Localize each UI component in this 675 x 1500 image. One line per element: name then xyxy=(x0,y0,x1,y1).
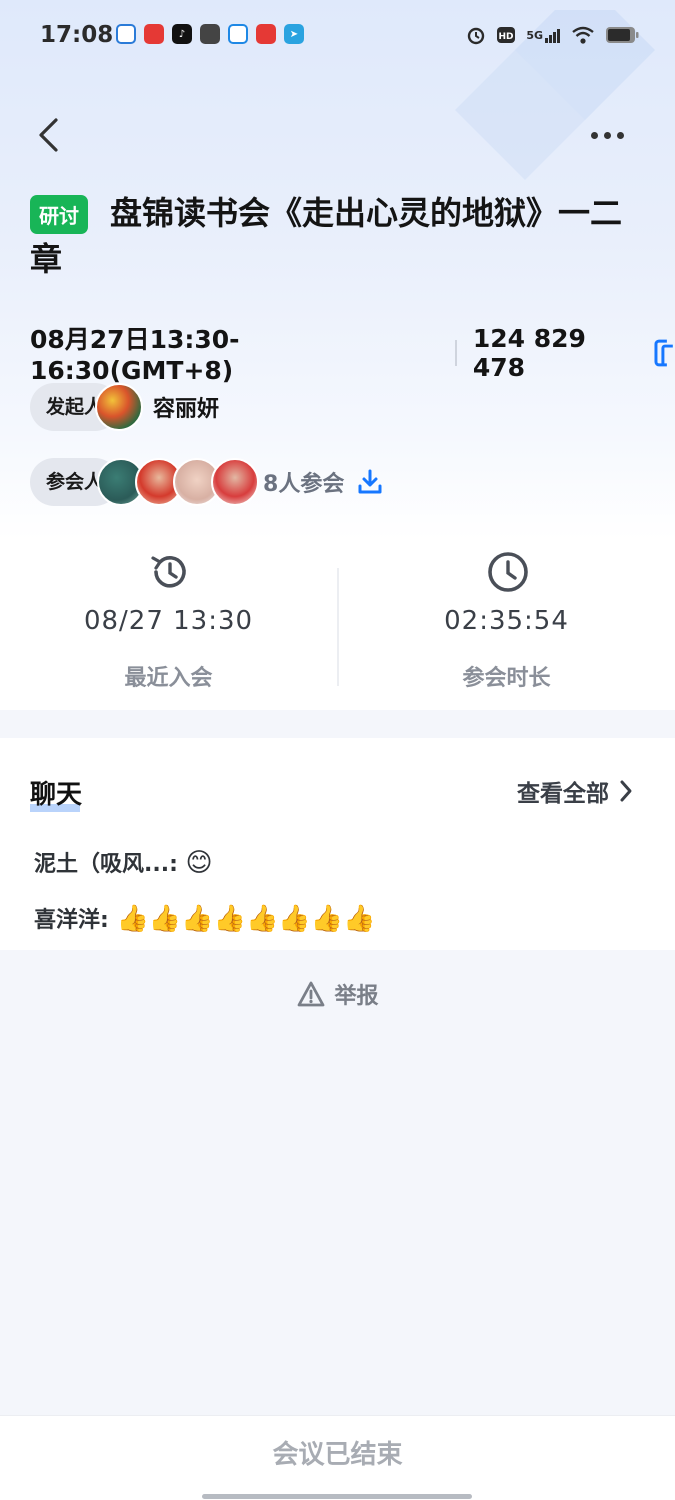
attendees-row[interactable]: 参会人 8人参会 xyxy=(30,458,384,506)
chat-message: 喜洋洋: 👍👍👍👍👍👍👍👍 xyxy=(34,902,375,934)
battery-icon xyxy=(605,24,639,46)
chat-content: 👍👍👍👍👍👍👍👍 xyxy=(116,904,376,934)
meeting-type-tag: 研讨 xyxy=(30,195,88,234)
host-name: 容丽妍 xyxy=(153,397,220,422)
stats-panel: 08/27 13:30 最近入会 02:35:54 参会时长 xyxy=(0,540,675,710)
chat-sender: 泥土（吸风...: xyxy=(34,852,178,877)
clock-icon xyxy=(488,552,528,592)
app-notification-icon xyxy=(144,24,164,44)
info-divider xyxy=(454,339,457,366)
meeting-ended-button[interactable]: 会议已结束 xyxy=(0,1434,675,1471)
alarm-icon xyxy=(466,24,486,46)
back-button[interactable] xyxy=(28,112,68,158)
duration-value: 02:35:54 xyxy=(444,606,569,636)
recent-join-value: 08/27 13:30 xyxy=(83,606,254,636)
host-avatar xyxy=(95,383,144,431)
signal-icon: 5G xyxy=(526,24,561,46)
chat-message: 泥土（吸风...: 😊 xyxy=(34,846,213,878)
meeting-id[interactable]: 124 829 478 xyxy=(473,324,645,382)
status-bar: 17:08 ♪ ➤ HD 5G xyxy=(0,0,675,72)
chat-title: 聊天 xyxy=(30,780,83,810)
system-icons: HD 5G xyxy=(466,24,639,46)
wifi-icon xyxy=(571,24,595,46)
app-notification-icon xyxy=(200,24,220,44)
report-label: 举报 xyxy=(334,984,379,1009)
app-notification-icon xyxy=(256,24,276,44)
notification-icons: ♪ ➤ xyxy=(116,24,304,44)
chevron-left-icon xyxy=(39,118,58,152)
meeting-time-range: 08月27日13:30-16:30(GMT+8) xyxy=(30,325,240,385)
report-button[interactable]: 举报 xyxy=(0,978,675,1010)
duration-label: 参会时长 xyxy=(462,666,551,691)
history-icon xyxy=(151,556,186,588)
tiktok-icon: ♪ xyxy=(172,24,192,44)
more-button[interactable] xyxy=(579,120,635,150)
chat-content: 😊 xyxy=(185,848,213,878)
copy-icon[interactable] xyxy=(653,338,675,368)
meeting-title: 盘锦读书会《走出心灵的地狱》一二章 xyxy=(30,194,623,278)
recent-join-label: 最近入会 xyxy=(124,666,213,691)
attendee-avatar xyxy=(211,458,260,506)
app-notification-icon: ➤ xyxy=(284,24,304,44)
svg-text:HD: HD xyxy=(499,32,514,42)
chat-sender: 喜洋洋: xyxy=(34,908,109,933)
meeting-title-block: 研讨 盘锦读书会《走出心灵的地狱》一二章 xyxy=(30,190,650,282)
stat-recent-join: 08/27 13:30 最近入会 xyxy=(0,540,337,710)
hd-icon: HD xyxy=(496,24,516,46)
app-notification-icon xyxy=(228,24,248,44)
more-dots-icon xyxy=(590,131,598,139)
status-time: 17:08 xyxy=(40,22,114,48)
download-icon[interactable] xyxy=(356,468,384,496)
view-all-label: 查看全部 xyxy=(517,781,609,807)
attendee-count: 8人参会 xyxy=(263,472,345,497)
chevron-right-icon xyxy=(620,780,632,802)
meeting-info-row: 08月27日13:30-16:30(GMT+8) 124 829 478 xyxy=(30,320,675,385)
view-all-chat-button[interactable]: 查看全部 xyxy=(517,774,633,808)
footer-bar: 会议已结束 xyxy=(0,1415,675,1500)
chat-section: 聊天 查看全部 泥土（吸风...: 😊 喜洋洋: 👍👍👍👍👍👍👍👍 xyxy=(0,738,675,950)
warning-icon xyxy=(298,981,325,1007)
stat-duration: 02:35:54 参会时长 xyxy=(338,540,675,710)
host-row[interactable]: 发起人 容丽妍 xyxy=(30,383,219,431)
home-indicator[interactable] xyxy=(202,1494,472,1499)
app-notification-icon xyxy=(116,24,136,44)
